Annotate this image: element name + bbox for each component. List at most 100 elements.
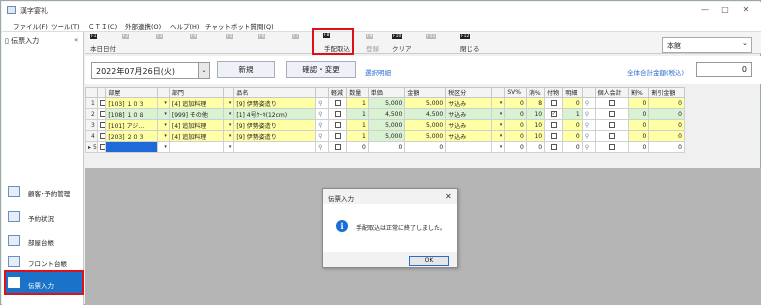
item-cell[interactable]: [9] 伊勢姿造り — [233, 130, 317, 142]
sidebar-item-room-ledger[interactable]: 部屋台帳 — [6, 232, 82, 250]
dept-cell[interactable]: [4] 追加料理 — [168, 119, 224, 131]
discount-amount-cell[interactable]: 0 — [648, 108, 685, 120]
item-cell[interactable]: [9] 伊勢姿造り — [233, 97, 317, 109]
store-select[interactable]: 本館 ⌄ — [662, 37, 752, 53]
table-row[interactable]: 1 [103] １０３ ▾ [4] 追加料理 ▾ [9] 伊勢姿造り ⚲ 1 5… — [85, 97, 685, 109]
tax-cell[interactable]: サ込み — [445, 97, 493, 109]
price-cell[interactable]: 4,500 — [367, 108, 406, 120]
discount-pct-cell[interactable]: 0 — [627, 141, 650, 153]
amount-cell[interactable]: 4,500 — [404, 108, 447, 120]
sidebar-item-customer[interactable]: 顧客･予約管理 — [6, 183, 82, 201]
discount-pct-cell[interactable]: 0 — [627, 97, 650, 109]
f2-button[interactable]: F2 — [120, 34, 154, 53]
collapse-icon[interactable]: « — [74, 36, 78, 44]
row-checkbox[interactable] — [96, 119, 107, 131]
qty-cell[interactable]: 0 — [346, 141, 369, 153]
item-search[interactable]: ⚲ — [315, 119, 329, 131]
item-search[interactable]: ⚲ — [315, 108, 329, 120]
sidebar-item-slip-entry[interactable]: 伝票入力 — [4, 270, 84, 295]
room-cell[interactable]: [203] ２０３ — [105, 130, 159, 142]
menu-chatbot[interactable]: チャットボット質問(Q) — [205, 21, 274, 31]
item-cell[interactable]: [1] 4号ｹｰｷ(12cm) — [233, 108, 317, 120]
confirm-change-button[interactable]: 確認・変更 — [286, 61, 356, 78]
date-field[interactable]: 2022年07月26日(火) — [91, 62, 199, 79]
sidebar-item-front-ledger[interactable]: フロント台帳 — [6, 253, 82, 271]
menu-external[interactable]: 外部連携(O) — [125, 21, 161, 31]
tax-dropdown[interactable]: ▾ — [491, 108, 506, 120]
f10-clear-button[interactable]: F10 クリア — [390, 34, 424, 53]
detail-cell[interactable]: 0 — [562, 97, 583, 109]
room-dropdown[interactable]: ▾ — [157, 97, 170, 109]
item-search[interactable]: ⚲ — [315, 141, 329, 153]
reduced-checkbox[interactable] — [327, 141, 348, 153]
f5-button[interactable]: F5 — [224, 34, 258, 53]
personal-checkbox[interactable] — [594, 97, 629, 109]
close-button[interactable]: ✕ — [740, 5, 752, 15]
menu-help[interactable]: ヘルプ(H) — [170, 21, 199, 31]
minimize-button[interactable]: — — [699, 5, 711, 15]
dept-dropdown[interactable]: ▾ — [222, 119, 235, 131]
reduced-checkbox[interactable] — [327, 97, 348, 109]
reduced-checkbox[interactable] — [327, 119, 348, 131]
room-dropdown[interactable]: ▾ — [157, 141, 170, 153]
sidebar-item-reservation-status[interactable]: 予約状況 — [6, 208, 82, 226]
attached-checkbox[interactable] — [544, 141, 564, 153]
amount-cell[interactable]: 5,000 — [404, 130, 447, 142]
tax-dropdown[interactable]: ▾ — [491, 119, 506, 131]
attached-checkbox[interactable]: ✓ — [544, 108, 564, 120]
dept-cell[interactable]: [4] 追加料理 — [168, 130, 224, 142]
dept-cell[interactable]: [999] その他 — [168, 108, 224, 120]
attached-checkbox[interactable] — [544, 130, 564, 142]
item-cell[interactable] — [233, 141, 317, 153]
tax-dropdown[interactable]: ▾ — [491, 97, 506, 109]
row-checkbox[interactable] — [96, 97, 107, 109]
consumption-cell[interactable]: 0 — [525, 141, 546, 153]
select-detail-link[interactable]: 選択明細 — [365, 67, 391, 77]
amount-cell[interactable]: 5,000 — [404, 119, 447, 131]
f8-arrange-import-button[interactable]: F8 手配取込 — [312, 28, 354, 55]
discount-amount-cell[interactable]: 0 — [648, 97, 685, 109]
sv-cell[interactable]: 0 — [504, 141, 527, 153]
maximize-button[interactable]: □ — [719, 5, 731, 15]
dept-dropdown[interactable]: ▾ — [222, 97, 235, 109]
tax-dropdown[interactable]: ▾ — [491, 130, 506, 142]
price-cell[interactable]: 5,000 — [367, 97, 406, 109]
f1-today-button[interactable]: F1 本日日付 — [88, 34, 122, 53]
tax-dropdown[interactable]: ▾ — [491, 141, 506, 153]
qty-cell[interactable]: 1 — [346, 108, 369, 120]
item-search[interactable]: ⚲ — [315, 130, 329, 142]
detail-search[interactable]: ⚲ — [581, 97, 596, 109]
total-amount-link[interactable]: 全体合計金額(税込) — [627, 67, 684, 77]
attached-checkbox[interactable] — [544, 119, 564, 131]
tax-cell[interactable]: サ込み — [445, 119, 493, 131]
detail-cell[interactable]: 1 — [562, 108, 583, 120]
discount-pct-cell[interactable]: 0 — [627, 108, 650, 120]
detail-cell[interactable]: 0 — [562, 119, 583, 131]
attached-checkbox[interactable] — [544, 97, 564, 109]
discount-pct-cell[interactable]: 0 — [627, 130, 650, 142]
detail-cell[interactable]: 0 — [562, 130, 583, 142]
item-cell[interactable]: [9] 伊勢姿造り — [233, 119, 317, 131]
qty-cell[interactable]: 1 — [346, 97, 369, 109]
qty-cell[interactable]: 1 — [346, 130, 369, 142]
tax-cell[interactable]: サ込み — [445, 108, 493, 120]
dept-dropdown[interactable]: ▾ — [222, 130, 235, 142]
date-dropdown-icon[interactable]: ⌄ — [198, 62, 210, 79]
ok-button[interactable]: OK — [409, 256, 449, 266]
f11-button[interactable]: F11 — [424, 34, 458, 53]
consumption-cell[interactable]: 10 — [525, 108, 546, 120]
detail-search[interactable]: ⚲ — [581, 119, 596, 131]
discount-amount-cell[interactable]: 0 — [648, 141, 685, 153]
personal-checkbox[interactable] — [594, 108, 629, 120]
consumption-cell[interactable]: 10 — [525, 119, 546, 131]
room-cell[interactable]: [103] １０３ — [105, 97, 159, 109]
tax-cell[interactable]: サ込み — [445, 130, 493, 142]
room-cell[interactable]: [101] アジ… — [105, 119, 159, 131]
sv-cell[interactable]: 0 — [504, 119, 527, 131]
f4-button[interactable]: F4 — [188, 34, 222, 53]
new-button[interactable]: 新規 — [217, 61, 275, 78]
personal-checkbox[interactable] — [594, 130, 629, 142]
consumption-cell[interactable]: 10 — [525, 130, 546, 142]
price-cell[interactable]: 5,000 — [367, 130, 406, 142]
tax-cell[interactable] — [445, 141, 493, 153]
